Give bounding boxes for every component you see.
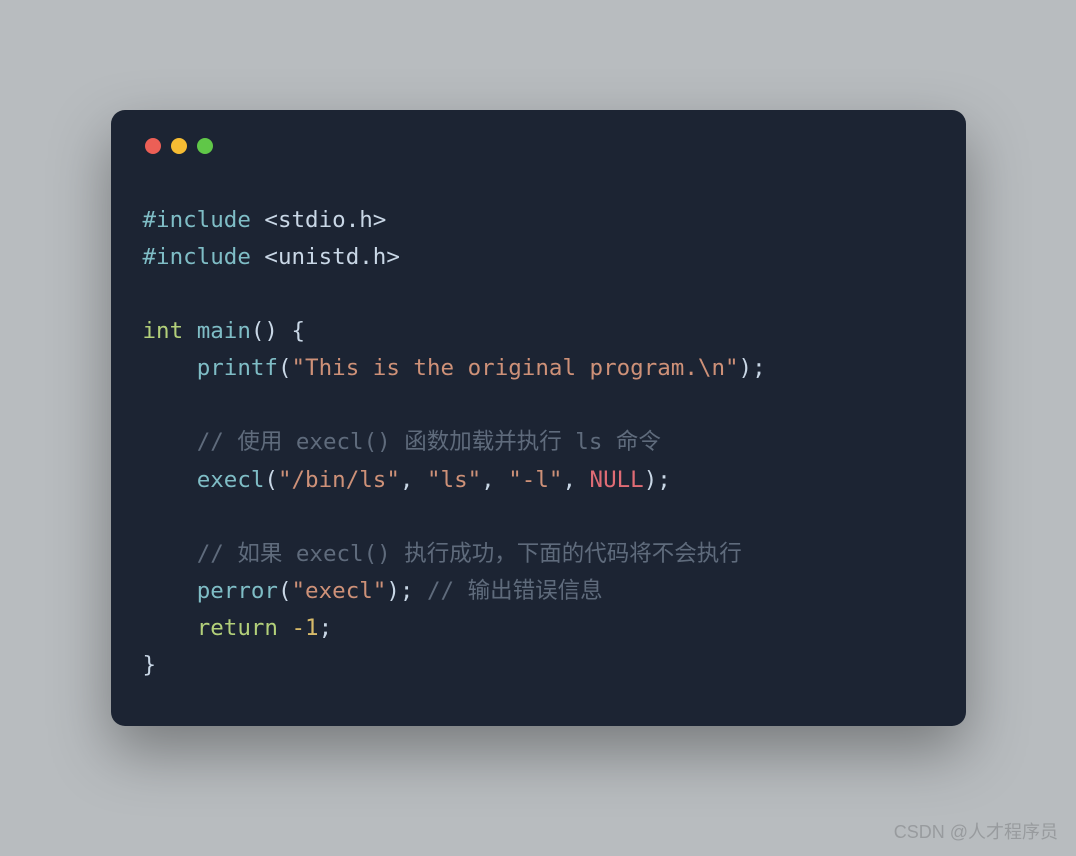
fn-perror: perror	[197, 578, 278, 604]
fn-printf: printf	[197, 355, 278, 381]
zoom-icon[interactable]	[197, 138, 213, 154]
comment-2: // 如果 execl() 执行成功，下面的代码将不会执行	[197, 541, 742, 567]
fn-execl: execl	[197, 467, 265, 493]
hdr-1: <stdio.h>	[264, 207, 386, 233]
prep-1: #include	[143, 207, 251, 233]
titlebar	[143, 138, 934, 154]
hdr-2: <unistd.h>	[264, 244, 399, 270]
null-kw: NULL	[590, 467, 644, 493]
kw-int: int	[143, 318, 184, 344]
comment-1: // 使用 execl() 函数加载并执行 ls 命令	[197, 429, 661, 455]
str-msg: "This is the original program.\n"	[292, 355, 739, 381]
watermark: CSDN @人才程序员	[894, 818, 1058, 844]
kw-return: return	[197, 615, 278, 641]
num-neg1: -1	[292, 615, 319, 641]
comment-3: // 输出错误信息	[427, 578, 603, 604]
minimize-icon[interactable]	[171, 138, 187, 154]
code-block: #include <stdio.h> #include <unistd.h> i…	[143, 202, 934, 685]
fn-main: main	[197, 318, 251, 344]
close-icon[interactable]	[145, 138, 161, 154]
prep-2: #include	[143, 244, 251, 270]
code-window: #include <stdio.h> #include <unistd.h> i…	[111, 110, 966, 727]
